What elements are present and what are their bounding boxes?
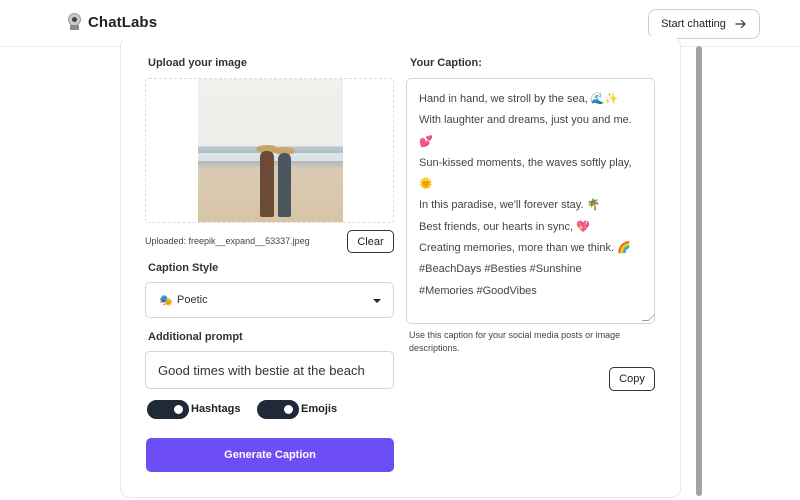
caption-line: Creating memories, more than we think. 🌈: [419, 242, 631, 255]
caption-line: 💕: [419, 135, 433, 148]
start-chatting-label: Start chatting: [661, 18, 726, 30]
additional-prompt-input[interactable]: [145, 351, 394, 389]
theater-masks-icon: 🎭: [159, 295, 173, 307]
uploaded-image-preview: [198, 79, 343, 222]
resize-handle[interactable]: [641, 314, 654, 321]
caption-line: Best friends, our hearts in sync, 💖: [419, 220, 590, 233]
caption-line: With laughter and dreams, just you and m…: [419, 114, 632, 127]
toggle-knob: [172, 403, 185, 416]
caption-line: #BeachDays #Besties #Sunshine: [419, 263, 582, 276]
toggle-knob: [282, 403, 295, 416]
copy-button[interactable]: Copy: [609, 367, 655, 391]
app-name: ChatLabs: [88, 13, 158, 31]
uploaded-filename: Uploaded: freepik__expand__53337.jpeg: [145, 236, 310, 246]
additional-prompt-label: Additional prompt: [148, 331, 243, 343]
hashtags-label: Hashtags: [191, 403, 241, 415]
hashtags-toggle[interactable]: [147, 400, 189, 419]
caption-style-label: Caption Style: [148, 262, 219, 274]
caption-line: In this paradise, we'll forever stay. 🌴: [419, 199, 601, 212]
caption-line: 🌞: [419, 178, 433, 191]
scrollbar[interactable]: [696, 46, 702, 496]
arrow-right-icon: [735, 19, 746, 29]
your-caption-label: Your Caption:: [410, 57, 482, 69]
clear-button[interactable]: Clear: [347, 230, 394, 253]
caption-style-value: Poetic: [177, 294, 208, 306]
caption-style-select[interactable]: 🎭 Poetic: [145, 282, 394, 318]
emojis-label: Emojis: [301, 403, 338, 415]
generate-caption-button[interactable]: Generate Caption: [146, 438, 394, 472]
caption-output-textarea[interactable]: Hand in hand, we stroll by the sea, 🌊✨ W…: [406, 78, 655, 324]
caption-line: Hand in hand, we stroll by the sea, 🌊✨: [419, 93, 619, 105]
emojis-toggle[interactable]: [257, 400, 299, 419]
robot-camera-icon: [67, 13, 82, 31]
logo[interactable]: ChatLabs: [67, 13, 157, 31]
start-chatting-button[interactable]: Start chatting: [648, 9, 760, 39]
caption-line: Sun-kissed moments, the waves softly pla…: [419, 156, 632, 169]
caption-line: #Memories #GoodVibes: [419, 284, 537, 297]
caption-hint: Use this caption for your social media p…: [409, 330, 621, 353]
upload-label: Upload your image: [148, 57, 248, 69]
image-upload-dropzone[interactable]: [145, 78, 394, 223]
caret-down-icon: [373, 299, 381, 303]
